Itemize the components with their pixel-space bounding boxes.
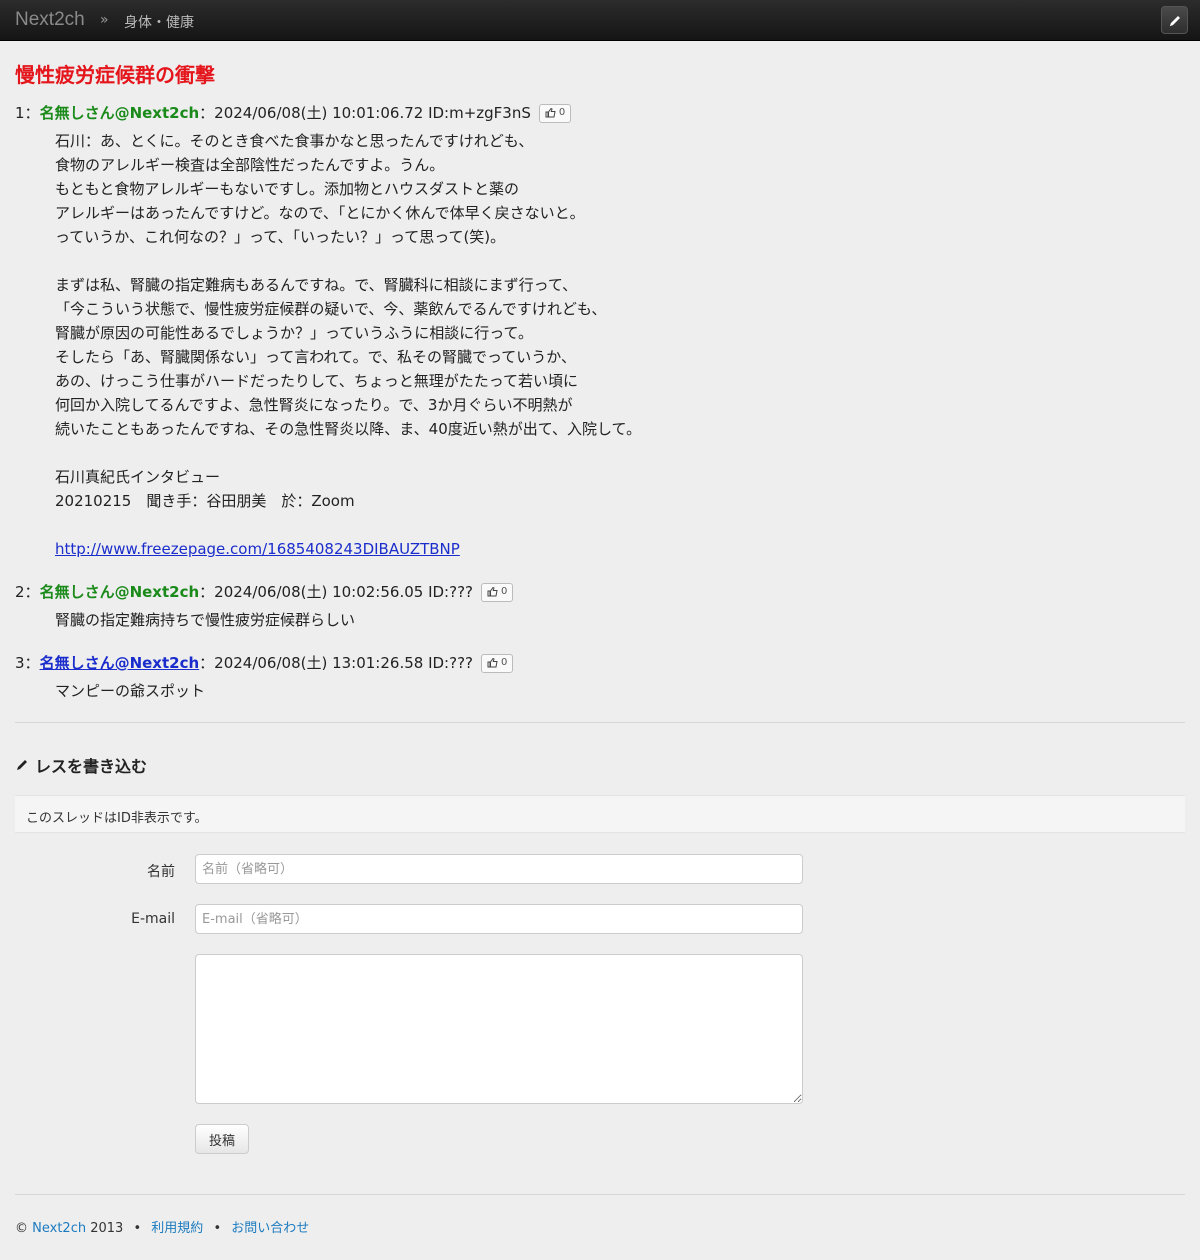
footer-dot: •	[213, 1221, 222, 1236]
post-line: 続いたこともあったんですね、その急性腎炎以降、ま、40度近い熱が出て、入院して。	[55, 420, 642, 438]
write-section-title: レスを書き込む	[15, 753, 147, 777]
post-header: 1 ： 名無しさん@Next2ch ：2024/06/08(土) 10:01:0…	[15, 102, 641, 124]
divider	[15, 1194, 1185, 1195]
like-count: 0	[558, 107, 566, 118]
pencil-icon	[1170, 16, 1180, 26]
post-line: 石川：あ、とくに。そのとき食べた食事かなと思ったんですけれども、	[55, 132, 534, 150]
thread-title: 慢性疲労症候群の衝撃	[15, 63, 215, 87]
post-separator: ：	[24, 104, 40, 122]
poster-name: 名無しさん@Next2ch	[39, 583, 200, 601]
like-count: 0	[501, 657, 508, 668]
post-separator: ：	[24, 583, 40, 601]
like-button[interactable]: 0	[481, 653, 514, 673]
breadcrumb-category[interactable]: 身体・健康	[124, 12, 194, 32]
post-separator: ：	[24, 654, 40, 672]
post-body: 石川：あ、とくに。そのとき食べた食事かなと思ったんですけれども、 食物のアレルギ…	[55, 129, 641, 561]
like-button[interactable]: 0	[481, 582, 514, 602]
post-number: 2	[15, 583, 25, 601]
terms-link[interactable]: 利用規約	[151, 1221, 203, 1236]
message-textarea[interactable]	[195, 954, 803, 1104]
post-line: 腎臓が原因の可能性あるでしょうか？」っていうふうに相談に行って。	[55, 324, 534, 342]
post-line: マンピーの爺スポット	[55, 682, 206, 700]
post-line: あの、けっこう仕事がハードだったりして、ちょっと無理がたたって若い頃に	[55, 372, 579, 390]
post-line: アレルギーはあったんですけど。なので、「とにかく休んで体早く戻さないと。	[55, 204, 585, 222]
footer-dot: •	[133, 1221, 142, 1236]
poster-name-link[interactable]: 名無しさん@Next2ch	[40, 652, 200, 674]
post-meta: ：2024/06/08(土) 10:01:06.72 ID:m+zgF3nS	[199, 104, 531, 122]
post-link[interactable]: http://www.freezepage.com/1685408243DIBA…	[55, 540, 460, 558]
brand-link[interactable]: Next2ch	[15, 9, 85, 31]
post-line: 「今こういう状態で、慢性疲労症候群の疑いで、今、薬飲んでるんですけれども、	[55, 300, 607, 318]
footer: © Next2ch 2013 • 利用規約 • お問い合わせ	[15, 1217, 309, 1236]
like-count: 0	[501, 586, 508, 597]
like-button[interactable]: 0	[538, 103, 572, 123]
post: 3 ： 名無しさん@Next2ch ：2024/06/08(土) 13:01:2…	[15, 652, 514, 703]
post-line: そしたら「あ、腎臓関係ない」って言われて。で、私その腎臓でっていうか、	[55, 348, 576, 366]
post-meta: ：2024/06/08(土) 10:02:56.05 ID:???	[199, 583, 473, 601]
post-body: マンピーの爺スポット	[55, 679, 513, 703]
post-line: っていうか、これ何なの？」って、「いったい？」って思って(笑)。	[55, 228, 506, 246]
poster-name: 名無しさん@Next2ch	[39, 104, 200, 122]
copyright-symbol: ©	[15, 1221, 28, 1236]
id-hidden-notice: このスレッドはID非表示です。	[15, 795, 1185, 833]
post: 1 ： 名無しさん@Next2ch ：2024/06/08(土) 10:01:0…	[15, 102, 641, 561]
post-line: 石川真紀氏インタビュー	[55, 468, 221, 486]
thumbs-up-icon	[487, 658, 498, 668]
post: 2 ： 名無しさん@Next2ch ：2024/06/08(土) 10:02:5…	[15, 581, 514, 632]
name-label: 名前	[147, 864, 175, 880]
post-line: 何回か入院してるんですよ、急性腎炎になったり。で、3か月ぐらい不明熱が	[55, 396, 573, 414]
post-line: 腎臓の指定難病持ちで慢性疲労症候群らしい	[55, 611, 356, 629]
copyright-year: 2013	[90, 1221, 124, 1236]
email-label: E-mail	[131, 911, 175, 927]
email-input[interactable]	[195, 904, 803, 934]
post-number: 1	[15, 104, 25, 122]
post-body: 腎臓の指定難病持ちで慢性疲労症候群らしい	[55, 608, 513, 632]
post-meta: ：2024/06/08(土) 13:01:26.58 ID:???	[199, 654, 473, 672]
post-line: まずは私、腎臓の指定難病もあるんですね。で、腎臓科に相談にまず行って、	[55, 276, 578, 294]
contact-link[interactable]: お問い合わせ	[231, 1221, 309, 1236]
post-line: もともと食物アレルギーもないですし。添加物とハウスダストと薬の	[55, 180, 519, 198]
post-header: 2 ： 名無しさん@Next2ch ：2024/06/08(土) 10:02:5…	[15, 581, 514, 603]
post-header: 3 ： 名無しさん@Next2ch ：2024/06/08(土) 13:01:2…	[15, 652, 514, 674]
write-title-text: レスを書き込む	[35, 757, 148, 776]
pencil-icon	[17, 760, 27, 770]
post-number: 3	[15, 654, 25, 672]
thumbs-up-icon	[545, 108, 556, 118]
thumbs-up-icon	[487, 587, 498, 597]
divider	[15, 722, 1185, 723]
edit-button[interactable]	[1161, 6, 1188, 34]
submit-button[interactable]: 投稿	[195, 1124, 249, 1154]
top-navbar: Next2ch » 身体・健康	[0, 0, 1200, 41]
breadcrumb-separator: »	[100, 12, 109, 28]
post-line: 20210215 聞き手：谷田朋美 於：Zoom	[55, 492, 355, 510]
name-input[interactable]	[195, 854, 803, 884]
footer-brand-link[interactable]: Next2ch	[32, 1221, 86, 1236]
post-line: 食物のアレルギー検査は全部陰性だったんですよ。うん。	[55, 156, 445, 174]
